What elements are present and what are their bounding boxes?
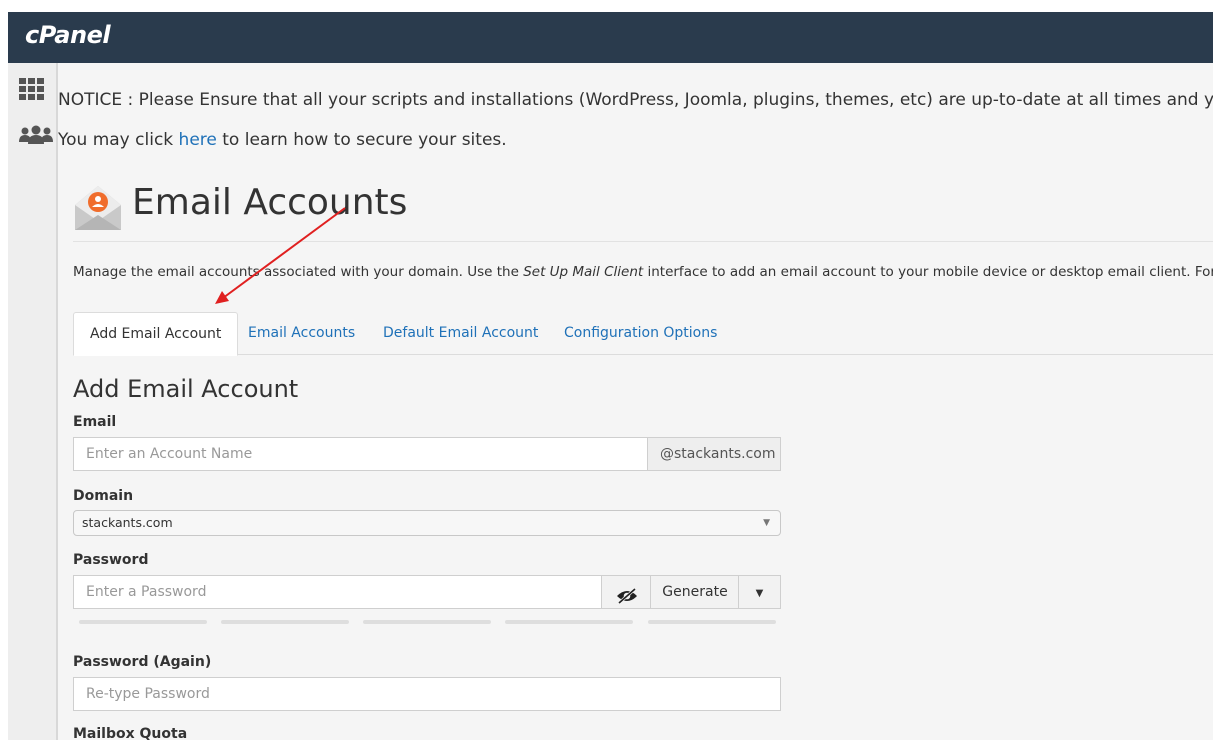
annotation-arrow	[215, 207, 346, 304]
window-frame: cPanel NOTICE : Please Ensure that all y…	[8, 12, 1213, 740]
